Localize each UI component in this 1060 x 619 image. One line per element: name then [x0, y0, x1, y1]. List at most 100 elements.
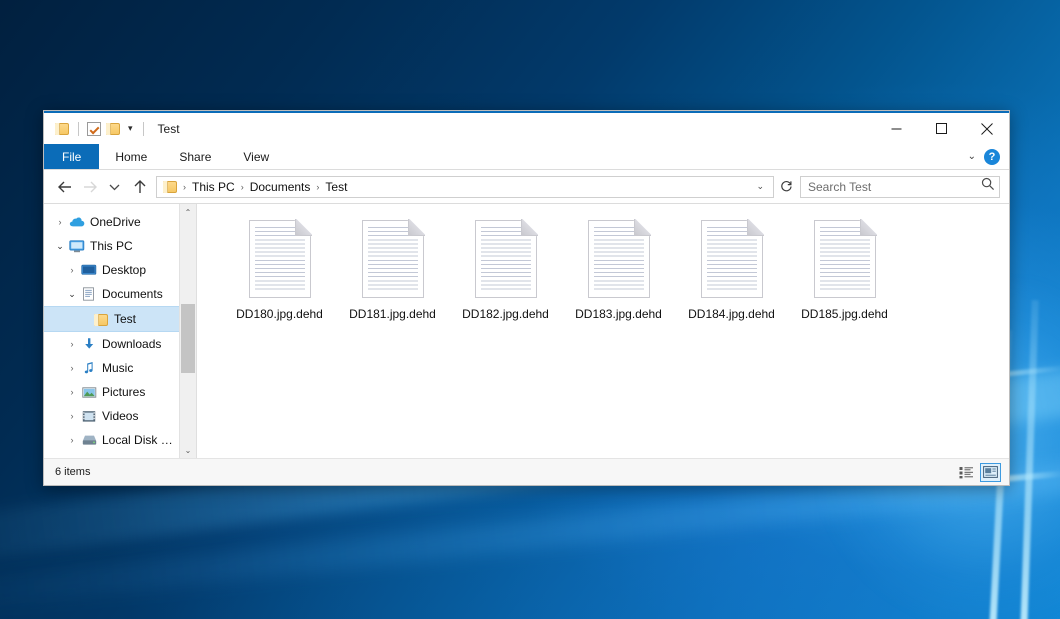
scroll-up-button[interactable]: ⌃: [180, 204, 196, 220]
tab-view[interactable]: View: [227, 144, 285, 169]
file-list-pane[interactable]: DD180.jpg.dehd DD181.jpg.dehd: [197, 204, 1009, 458]
chevron-down-icon[interactable]: ▾: [126, 124, 135, 133]
folder-icon: [92, 313, 110, 326]
window-controls: [874, 113, 1009, 144]
chevron-right-icon[interactable]: ›: [52, 217, 68, 227]
generic-file-icon: [249, 220, 311, 298]
search-input[interactable]: Search Test: [800, 176, 1000, 198]
generic-file-icon: [588, 220, 650, 298]
chevron-right-icon[interactable]: ›: [64, 363, 80, 373]
item-count-label: 6 items: [55, 466, 90, 478]
breadcrumb-item-documents[interactable]: Documents: [247, 180, 314, 194]
breadcrumb[interactable]: › This PC › Documents › Test ⌄: [156, 176, 774, 198]
sidebar-item-pictures[interactable]: › Pictures: [44, 380, 179, 404]
details-view-button[interactable]: [956, 463, 977, 482]
sidebar-item-label: Desktop: [102, 263, 146, 277]
breadcrumb-separator-1: ›: [238, 182, 247, 192]
file-name: DD181.jpg.dehd: [349, 307, 436, 321]
scrollbar-track[interactable]: [180, 220, 196, 442]
search-icon[interactable]: [981, 177, 995, 196]
sidebar-item-onedrive[interactable]: › OneDrive: [44, 210, 179, 234]
file-item[interactable]: DD182.jpg.dehd: [449, 218, 562, 321]
breadcrumb-item-test[interactable]: Test: [322, 180, 350, 194]
generic-file-icon: [362, 220, 424, 298]
file-grid: DD180.jpg.dehd DD181.jpg.dehd: [223, 218, 999, 321]
breadcrumb-item-this-pc[interactable]: This PC: [189, 180, 238, 194]
file-item[interactable]: DD180.jpg.dehd: [223, 218, 336, 321]
sidebar-item-label: Music: [102, 361, 133, 375]
folder-icon[interactable]: [55, 122, 70, 135]
sidebar-item-label: Documents: [102, 287, 163, 301]
documents-icon: [80, 287, 98, 301]
chevron-down-icon[interactable]: ⌄: [52, 241, 68, 252]
file-name: DD180.jpg.dehd: [236, 307, 323, 321]
window-body: › OneDrive ⌄ This PC ›: [44, 203, 1009, 458]
qat-divider-1: [78, 122, 79, 136]
music-icon: [80, 361, 98, 375]
file-item[interactable]: DD181.jpg.dehd: [336, 218, 449, 321]
chevron-right-icon[interactable]: ›: [64, 265, 80, 275]
tab-home[interactable]: Home: [99, 144, 163, 169]
maximize-button[interactable]: [919, 113, 964, 144]
help-icon[interactable]: ?: [984, 149, 1000, 165]
generic-file-icon: [475, 220, 537, 298]
forward-button[interactable]: [77, 175, 102, 199]
sidebar-item-this-pc[interactable]: ⌄ This PC: [44, 234, 179, 258]
file-name: DD184.jpg.dehd: [688, 307, 775, 321]
sidebar-item-desktop[interactable]: › Desktop: [44, 258, 179, 282]
navigation-pane-scrollbar[interactable]: ⌃ ⌄: [179, 204, 196, 458]
close-button[interactable]: [964, 113, 1009, 144]
cloud-icon: [68, 216, 86, 228]
search-placeholder: Search Test: [808, 180, 981, 194]
large-icons-view-button[interactable]: [980, 463, 1001, 482]
file-item[interactable]: DD184.jpg.dehd: [675, 218, 788, 321]
sidebar-item-documents[interactable]: ⌄ Documents: [44, 282, 179, 306]
view-toggle-group: [956, 463, 1001, 482]
download-icon: [80, 337, 98, 351]
recent-locations-button[interactable]: [102, 175, 127, 199]
minimize-button[interactable]: [874, 113, 919, 144]
chevron-right-icon[interactable]: ›: [64, 339, 80, 349]
refresh-button[interactable]: [774, 175, 798, 199]
breadcrumb-folder-icon: [163, 180, 178, 193]
file-name: DD183.jpg.dehd: [575, 307, 662, 321]
sidebar-item-videos[interactable]: › Videos: [44, 404, 179, 428]
file-item[interactable]: DD183.jpg.dehd: [562, 218, 675, 321]
videos-icon: [80, 410, 98, 423]
tab-file[interactable]: File: [44, 144, 99, 169]
scroll-down-button[interactable]: ⌄: [180, 442, 196, 458]
sidebar-item-local-disk-c[interactable]: › Local Disk (C:): [44, 428, 179, 452]
chevron-right-icon[interactable]: ›: [64, 435, 80, 445]
tab-share[interactable]: Share: [163, 144, 227, 169]
window-title: Test: [158, 122, 180, 136]
navigation-pane: › OneDrive ⌄ This PC ›: [44, 204, 197, 458]
desktop-icon: [80, 264, 98, 277]
monitor-icon: [68, 240, 86, 253]
pictures-icon: [80, 386, 98, 399]
chevron-down-icon[interactable]: ⌄: [64, 289, 80, 300]
chevron-down-icon[interactable]: ⌄: [751, 181, 769, 192]
back-button[interactable]: [52, 175, 77, 199]
file-item[interactable]: DD185.jpg.dehd: [788, 218, 901, 321]
new-folder-icon[interactable]: [106, 122, 121, 135]
up-button[interactable]: [127, 175, 152, 199]
chevron-down-icon[interactable]: ⌄: [968, 151, 976, 162]
file-name: DD182.jpg.dehd: [462, 307, 549, 321]
generic-file-icon: [814, 220, 876, 298]
scrollbar-thumb[interactable]: [181, 304, 195, 373]
qat-divider-2: [143, 122, 144, 136]
desktop-background: ▾ Test File Home Share View: [0, 0, 1060, 619]
sidebar-item-label: Videos: [102, 409, 138, 423]
ribbon-tab-bar: File Home Share View ⌄ ?: [44, 144, 1009, 170]
chevron-right-icon[interactable]: ›: [64, 387, 80, 397]
ribbon-right-controls: ⌄ ?: [968, 144, 1009, 169]
sidebar-item-music[interactable]: › Music: [44, 356, 179, 380]
sidebar-item-downloads[interactable]: › Downloads: [44, 332, 179, 356]
quick-access-toolbar: ▾ Test: [44, 122, 180, 136]
sidebar-item-label: Local Disk (C:): [102, 433, 175, 447]
chevron-right-icon[interactable]: ›: [64, 411, 80, 421]
properties-icon[interactable]: [87, 122, 101, 136]
file-name: DD185.jpg.dehd: [801, 307, 888, 321]
sidebar-item-label: OneDrive: [90, 215, 141, 229]
sidebar-item-test[interactable]: Test: [44, 306, 179, 332]
